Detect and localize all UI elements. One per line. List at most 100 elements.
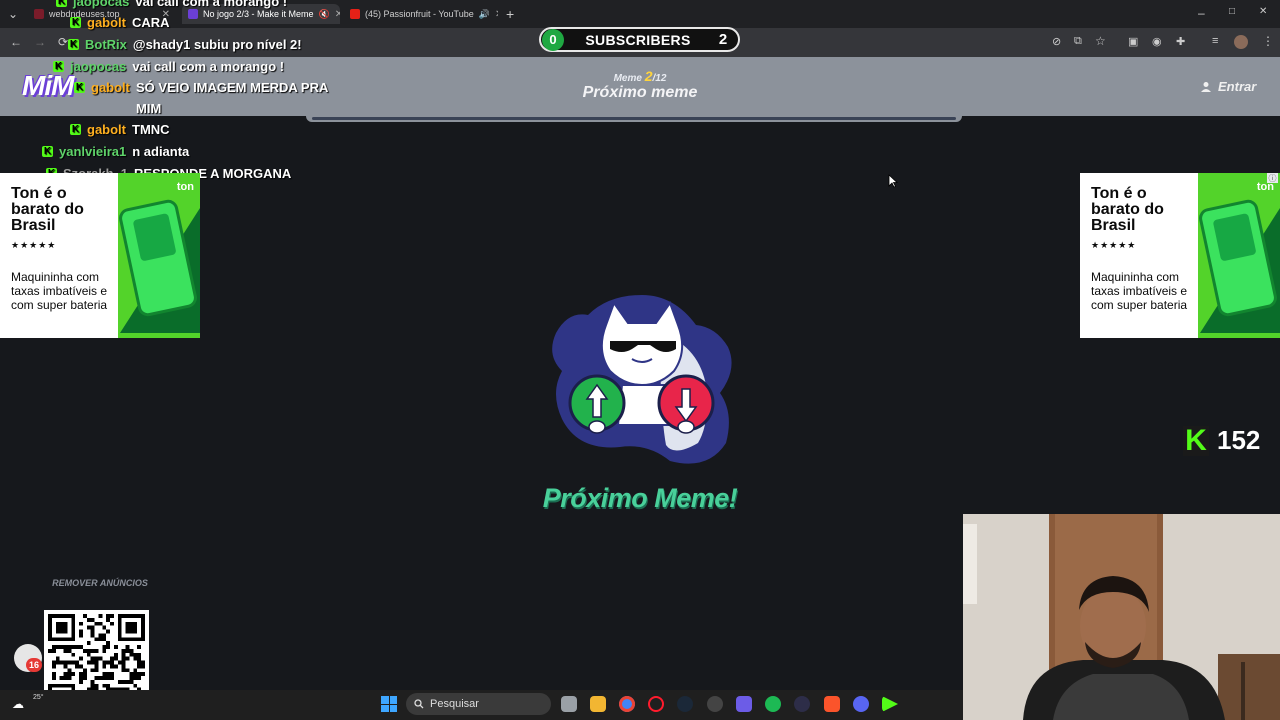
minimize-button[interactable]: –	[1198, 6, 1205, 20]
chat-text: MIM	[136, 101, 162, 116]
weather-temp: 25°	[33, 694, 44, 701]
task-view-icon[interactable]	[561, 696, 577, 712]
ad-subtitle: Maquininha com taxas imbatíveis e com su…	[11, 270, 108, 312]
chat-username: gabolt	[91, 80, 130, 95]
chat-message-continuation: MIM	[136, 101, 161, 116]
chrome-icon[interactable]	[619, 696, 635, 712]
ad-info-icon[interactable]: ⓘ	[1267, 173, 1278, 183]
viewer-count: 152	[1217, 425, 1261, 455]
extension-icon[interactable]: ◉	[1152, 35, 1162, 48]
chat-message: K jaopocas vai call com a morango !	[56, 0, 287, 9]
webcam-person-image	[963, 514, 1280, 720]
kick-badge-icon: K	[68, 39, 79, 50]
chat-username: yanlvieira1	[59, 144, 127, 159]
bookmark-star-icon[interactable]: ☆	[1095, 34, 1106, 48]
subscribers-right-count: 2	[718, 31, 728, 48]
chat-username: jaopocas	[70, 59, 127, 74]
round-progress-bar	[306, 116, 962, 122]
webcam-feed	[963, 514, 1280, 720]
login-button[interactable]: Entrar	[1200, 79, 1256, 94]
chat-message: K gabolt TMNC	[70, 122, 170, 137]
login-label: Entrar	[1218, 79, 1257, 94]
chat-text: @shady1 subiu pro nível 2!	[132, 37, 302, 52]
ad-banner-right[interactable]: ton ⓘ Ton é o barato do Brasil ★★★★★ Maq…	[1080, 173, 1280, 338]
chat-username: jaopocas	[73, 0, 130, 9]
notification-badge: 16	[26, 658, 42, 672]
taskbar-search[interactable]: Pesquisar	[406, 693, 551, 715]
close-tab-icon[interactable]: ✕	[495, 9, 498, 20]
tab-label: (45) Passionfruit - YouTube	[365, 9, 474, 19]
audio-playing-icon[interactable]: 🔊	[479, 9, 490, 20]
extension-icon[interactable]: ▣	[1128, 35, 1138, 48]
chat-message: K yanlvieira1 n adianta	[42, 144, 189, 159]
opera-icon[interactable]	[648, 696, 664, 712]
menu-kebab-icon[interactable]: ⋮	[1262, 34, 1274, 48]
chat-text: SÓ VEIO IMAGEM MERDA PRA	[136, 80, 329, 95]
file-explorer-icon[interactable]	[590, 696, 606, 712]
spotify-icon[interactable]	[765, 696, 781, 712]
app-grid-icon[interactable]	[736, 696, 752, 712]
puzzle-icon[interactable]: ✚	[1176, 35, 1185, 48]
new-tab-button[interactable]: +	[506, 6, 514, 22]
ton-logo: ton	[176, 181, 194, 193]
user-icon	[1201, 81, 1211, 92]
ad-subtitle: Maquininha com taxas imbatíveis e com su…	[1091, 270, 1188, 312]
chat-text: n adianta	[132, 144, 190, 159]
kick-badge-icon: K	[42, 146, 53, 157]
tab-youtube[interactable]: (45) Passionfruit - YouTube 🔊 ✕	[344, 4, 498, 24]
reload-icon[interactable]: ⟳	[58, 35, 68, 49]
close-tab-icon[interactable]: ✕	[335, 9, 340, 20]
search-icon	[414, 699, 424, 709]
kick-viewer-count: K 152	[1183, 425, 1260, 456]
chat-message: K gabolt SÓ VEIO IMAGEM MERDA PRA	[74, 80, 328, 95]
ad-banner-left[interactable]: ton Ton é o barato do Brasil ★★★★★ Maqui…	[0, 173, 200, 338]
close-window-button[interactable]: ✕	[1259, 6, 1267, 17]
app-icon[interactable]	[707, 696, 723, 712]
subscribers-left-count: 0	[542, 28, 564, 51]
chat-username: BotRix	[85, 37, 127, 52]
meme-current: 2	[644, 68, 653, 84]
ad-title: Ton é o barato do Brasil	[1091, 185, 1164, 234]
weather-icon[interactable]: ☁	[12, 697, 24, 711]
chat-text: CARA	[132, 15, 170, 30]
kick-badge-icon: K	[70, 17, 81, 28]
maximize-button[interactable]: □	[1229, 6, 1235, 17]
back-arrow-icon[interactable]: ←	[10, 35, 22, 49]
ad-title: Ton é o barato do Brasil	[11, 185, 84, 234]
profile-avatar[interactable]	[1234, 35, 1248, 49]
media-control-icon[interactable]: ≡	[1212, 35, 1218, 47]
eye-off-icon[interactable]: ⊘	[1052, 35, 1061, 48]
meme-total: /12	[652, 73, 667, 84]
remove-ads-link[interactable]: REMOVER ANÚNCIOS	[40, 578, 160, 588]
mim-favicon-icon	[188, 9, 198, 19]
forward-arrow-icon[interactable]: →	[34, 35, 46, 49]
ad-stars: ★★★★★	[11, 240, 57, 250]
mouse-cursor-icon	[888, 174, 898, 188]
search-placeholder: Pesquisar	[430, 698, 479, 710]
subscribers-label: SUBSCRIBERS	[585, 31, 691, 48]
kick-badge-icon: K	[70, 124, 81, 135]
mim-logo[interactable]: MiM	[22, 70, 74, 102]
ad-stars: ★★★★★	[1091, 240, 1137, 250]
tab-list-chevron-icon[interactable]: ⌄	[8, 7, 18, 21]
youtube-favicon-icon	[350, 9, 360, 19]
chat-message: K jaopocas vai call com a morango !	[53, 59, 284, 74]
kick-badge-icon: K	[56, 0, 67, 7]
brave-icon[interactable]	[824, 696, 840, 712]
discord-icon[interactable]	[853, 696, 869, 712]
page-title: Próximo meme	[582, 84, 698, 101]
meme-counter-prefix: Meme	[613, 73, 642, 84]
kick-logo-icon: K	[1183, 425, 1209, 456]
cast-icon[interactable]: ⧉	[1074, 35, 1082, 48]
windows-start-icon[interactable]	[381, 696, 397, 712]
chat-text: vai call com a morango !	[135, 0, 288, 9]
app-icon[interactable]	[794, 696, 810, 712]
steam-icon[interactable]	[677, 696, 693, 712]
chat-text: vai call com a morango !	[132, 59, 285, 74]
subscribers-counter: 0 SUBSCRIBERS 2	[539, 27, 740, 52]
kick-badge-icon: K	[53, 61, 64, 72]
kick-badge-icon: K	[74, 82, 85, 93]
mute-tab-icon[interactable]: 🔇	[319, 9, 330, 20]
next-meme-button[interactable]: Próximo Meme!	[540, 483, 740, 514]
chat-message: K BotRix @shady1 subiu pro nível 2!	[68, 37, 302, 52]
